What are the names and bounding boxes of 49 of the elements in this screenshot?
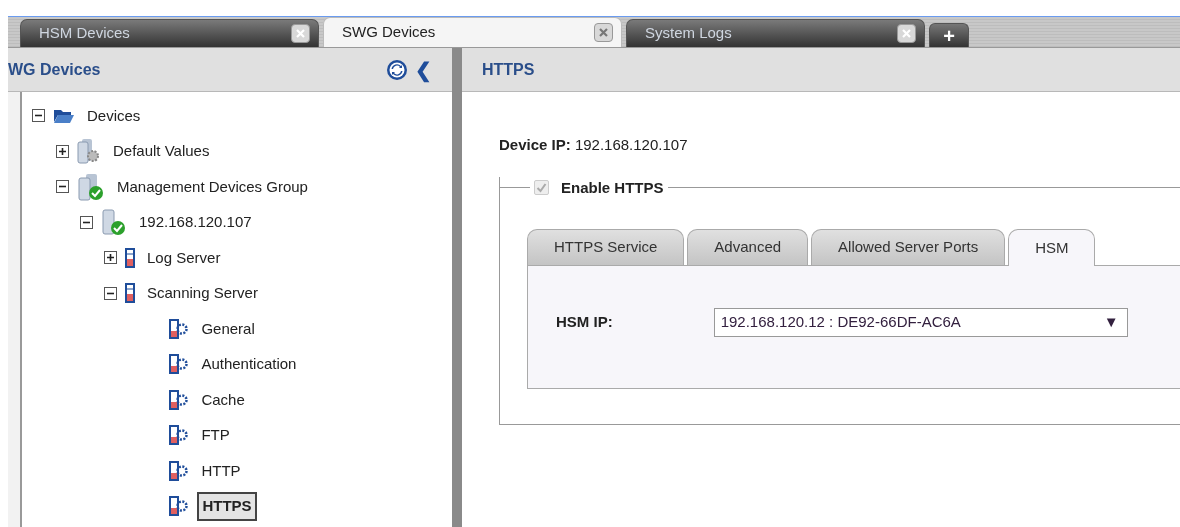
close-icon[interactable] xyxy=(291,24,310,43)
server-gear-icon xyxy=(77,138,101,165)
checkbox-label: Enable HTTPS xyxy=(561,177,664,198)
tree-item[interactable]: General xyxy=(197,315,259,342)
expand-icon[interactable] xyxy=(104,251,117,265)
tree-item[interactable]: Management Devices Group xyxy=(113,173,312,200)
folder-icon xyxy=(53,107,75,124)
tree-item[interactable]: 192.168.120.107 xyxy=(135,209,256,236)
expand-icon[interactable] xyxy=(56,144,69,158)
close-icon[interactable] xyxy=(594,23,613,42)
tab[interactable]: System Logs xyxy=(626,19,925,47)
tree-item[interactable]: HTTP xyxy=(197,457,245,484)
server-check-icon xyxy=(101,208,127,237)
tree-item[interactable]: HTTPS xyxy=(197,492,257,521)
module-gear-icon xyxy=(169,425,190,446)
server-icon xyxy=(125,247,135,268)
collapse-icon[interactable] xyxy=(32,109,45,123)
hsm-ip-dropdown[interactable]: 192.168.120.12 : DE92-66DF-AC6A ▼ xyxy=(713,307,1128,337)
tab[interactable]: Advanced xyxy=(687,229,809,265)
module-gear-icon xyxy=(169,460,190,481)
tree-item[interactable]: Default Values xyxy=(109,138,214,165)
tab[interactable]: Allowed Server Ports xyxy=(811,229,1006,265)
tree-item[interactable]: Devices xyxy=(83,102,145,129)
tree-item[interactable]: Scanning Server xyxy=(143,280,262,307)
panel-title: WG Devices xyxy=(8,59,101,80)
collapse-icon[interactable] xyxy=(80,215,93,229)
refresh-icon[interactable] xyxy=(385,58,408,81)
tab[interactable]: HSM Devices xyxy=(20,19,319,47)
tree-item[interactable]: FTP xyxy=(197,422,234,449)
add-tab-button[interactable]: + xyxy=(929,23,969,47)
tab[interactable]: HTTPS Service xyxy=(527,229,685,265)
close-icon[interactable] xyxy=(897,24,916,43)
panel-title: HTTPS xyxy=(482,59,535,80)
field-label: HSM IP: xyxy=(556,311,613,332)
device-ip-text: Device IP: 192.168.120.107 xyxy=(499,135,689,155)
module-gear-icon xyxy=(169,354,190,375)
collapse-icon[interactable] xyxy=(56,180,69,194)
tree-item[interactable]: Cache xyxy=(197,386,249,413)
module-gear-icon xyxy=(169,496,190,517)
module-gear-icon xyxy=(169,389,190,410)
server-check-icon xyxy=(77,172,105,201)
collapse-button[interactable]: ❮ xyxy=(415,54,432,85)
tree-item[interactable]: Log Server xyxy=(143,244,225,271)
collapse-icon[interactable] xyxy=(104,286,117,300)
tab[interactable]: SWG Devices xyxy=(323,17,622,47)
tree-item[interactable]: Authentication xyxy=(197,351,301,378)
server-icon xyxy=(125,283,135,304)
tab[interactable]: HSM xyxy=(1008,229,1096,266)
module-gear-icon xyxy=(169,318,190,339)
